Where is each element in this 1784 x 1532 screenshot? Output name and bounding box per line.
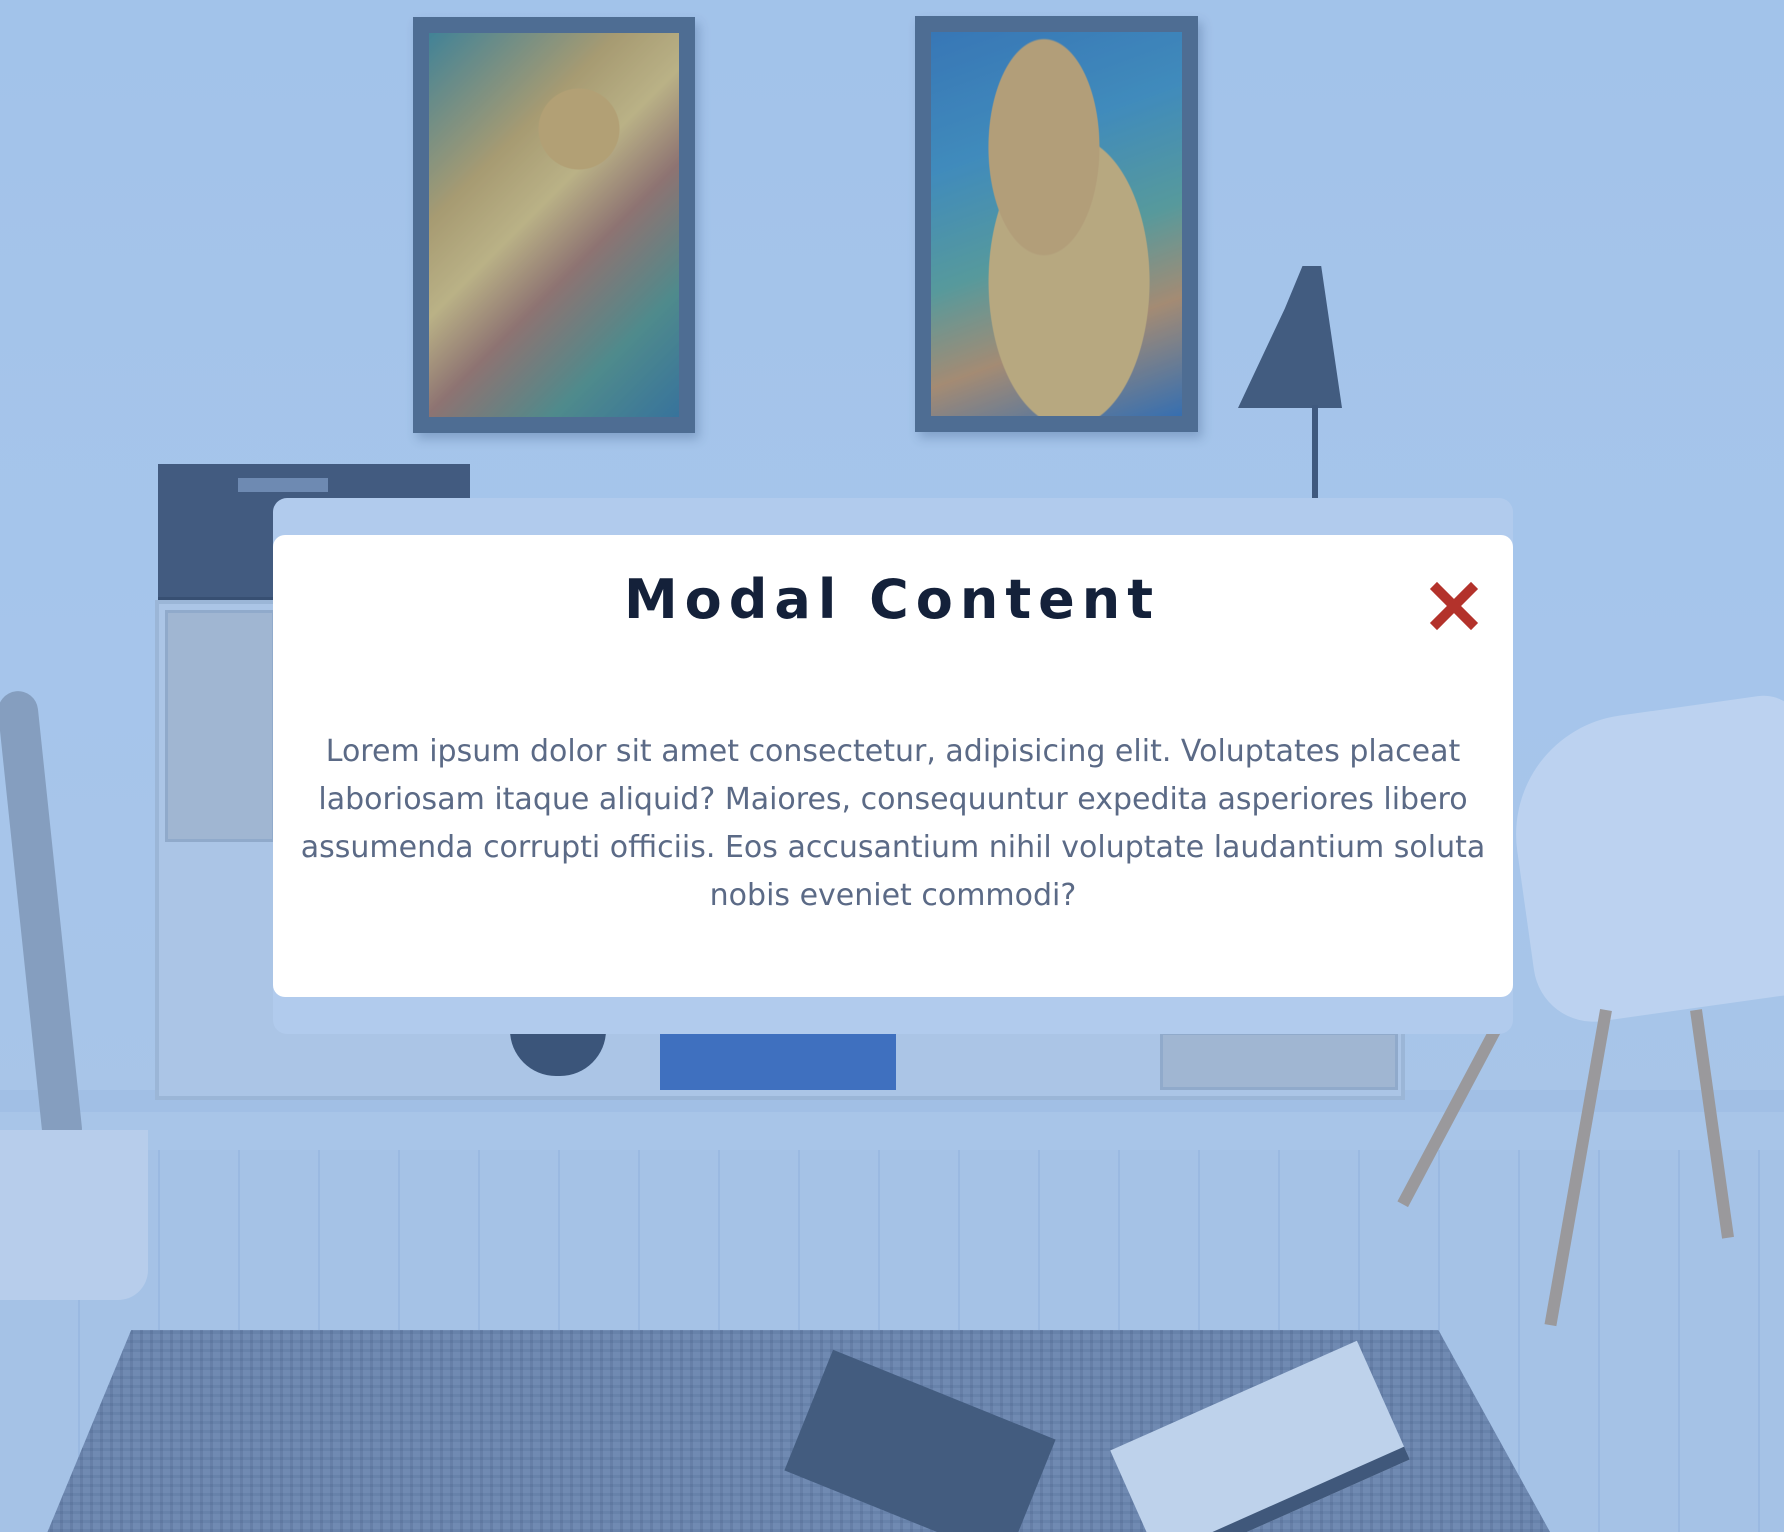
close-button[interactable] <box>1428 580 1480 632</box>
modal-title: Modal Content <box>623 568 1161 631</box>
modal-body-text: Lorem ipsum dolor sit amet consectetur, … <box>300 734 1486 913</box>
close-icon <box>1429 581 1479 631</box>
